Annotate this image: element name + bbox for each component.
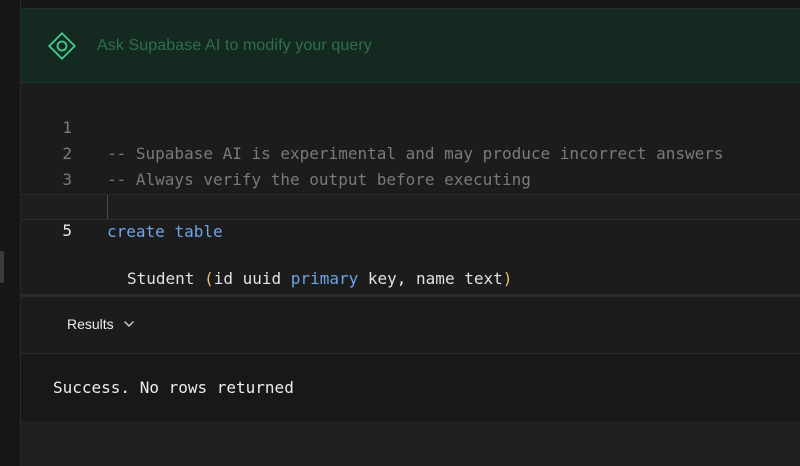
ai-prompt-input[interactable]: Ask Supabase AI to modify your query: [97, 37, 372, 55]
results-dropdown[interactable]: Results: [67, 316, 135, 332]
results-header: Results: [21, 297, 800, 354]
ai-assistant-bar[interactable]: Ask Supabase AI to modify your query: [21, 9, 800, 83]
code-editor[interactable]: 1 -- Supabase AI is experimental and may…: [21, 83, 800, 294]
code-line-4: 4 create table: [21, 167, 800, 241]
keyword-table: table: [174, 222, 223, 241]
code-line-1: 1 -- Supabase AI is experimental and may…: [21, 89, 800, 163]
table-name: Student: [127, 269, 195, 288]
indent-guide: [107, 195, 108, 219]
top-strip: [21, 0, 800, 9]
results-panel: Success. No rows returned: [21, 354, 800, 421]
line-number: 5: [62, 221, 72, 240]
code-line-5: 5 Student (id uuid primary key, name tex…: [21, 194, 800, 288]
sql-editor-window: Ask Supabase AI to modify your query 1 -…: [0, 0, 800, 466]
left-rail: [0, 0, 21, 466]
keyword-create: create: [107, 222, 165, 241]
chevron-down-icon: [123, 318, 135, 330]
results-empty-area: [21, 421, 800, 466]
results-label: Results: [67, 316, 114, 332]
resize-handle[interactable]: [0, 251, 4, 283]
open-paren: (: [204, 269, 214, 288]
ai-diamond-icon: [46, 30, 78, 62]
code-line-2: 2 -- Always verify the output before exe…: [21, 115, 800, 189]
result-message: Success. No rows returned: [53, 378, 294, 397]
keyword-primary: primary: [290, 269, 359, 288]
code-line-3: 3: [21, 141, 800, 189]
code-statement: Student (id uuid primary key, name text): [127, 267, 512, 291]
column-def-rest: key, name text: [367, 269, 503, 288]
column-def: id uuid: [213, 269, 282, 288]
close-paren: ): [502, 269, 513, 288]
code-statement: create table: [107, 219, 223, 245]
